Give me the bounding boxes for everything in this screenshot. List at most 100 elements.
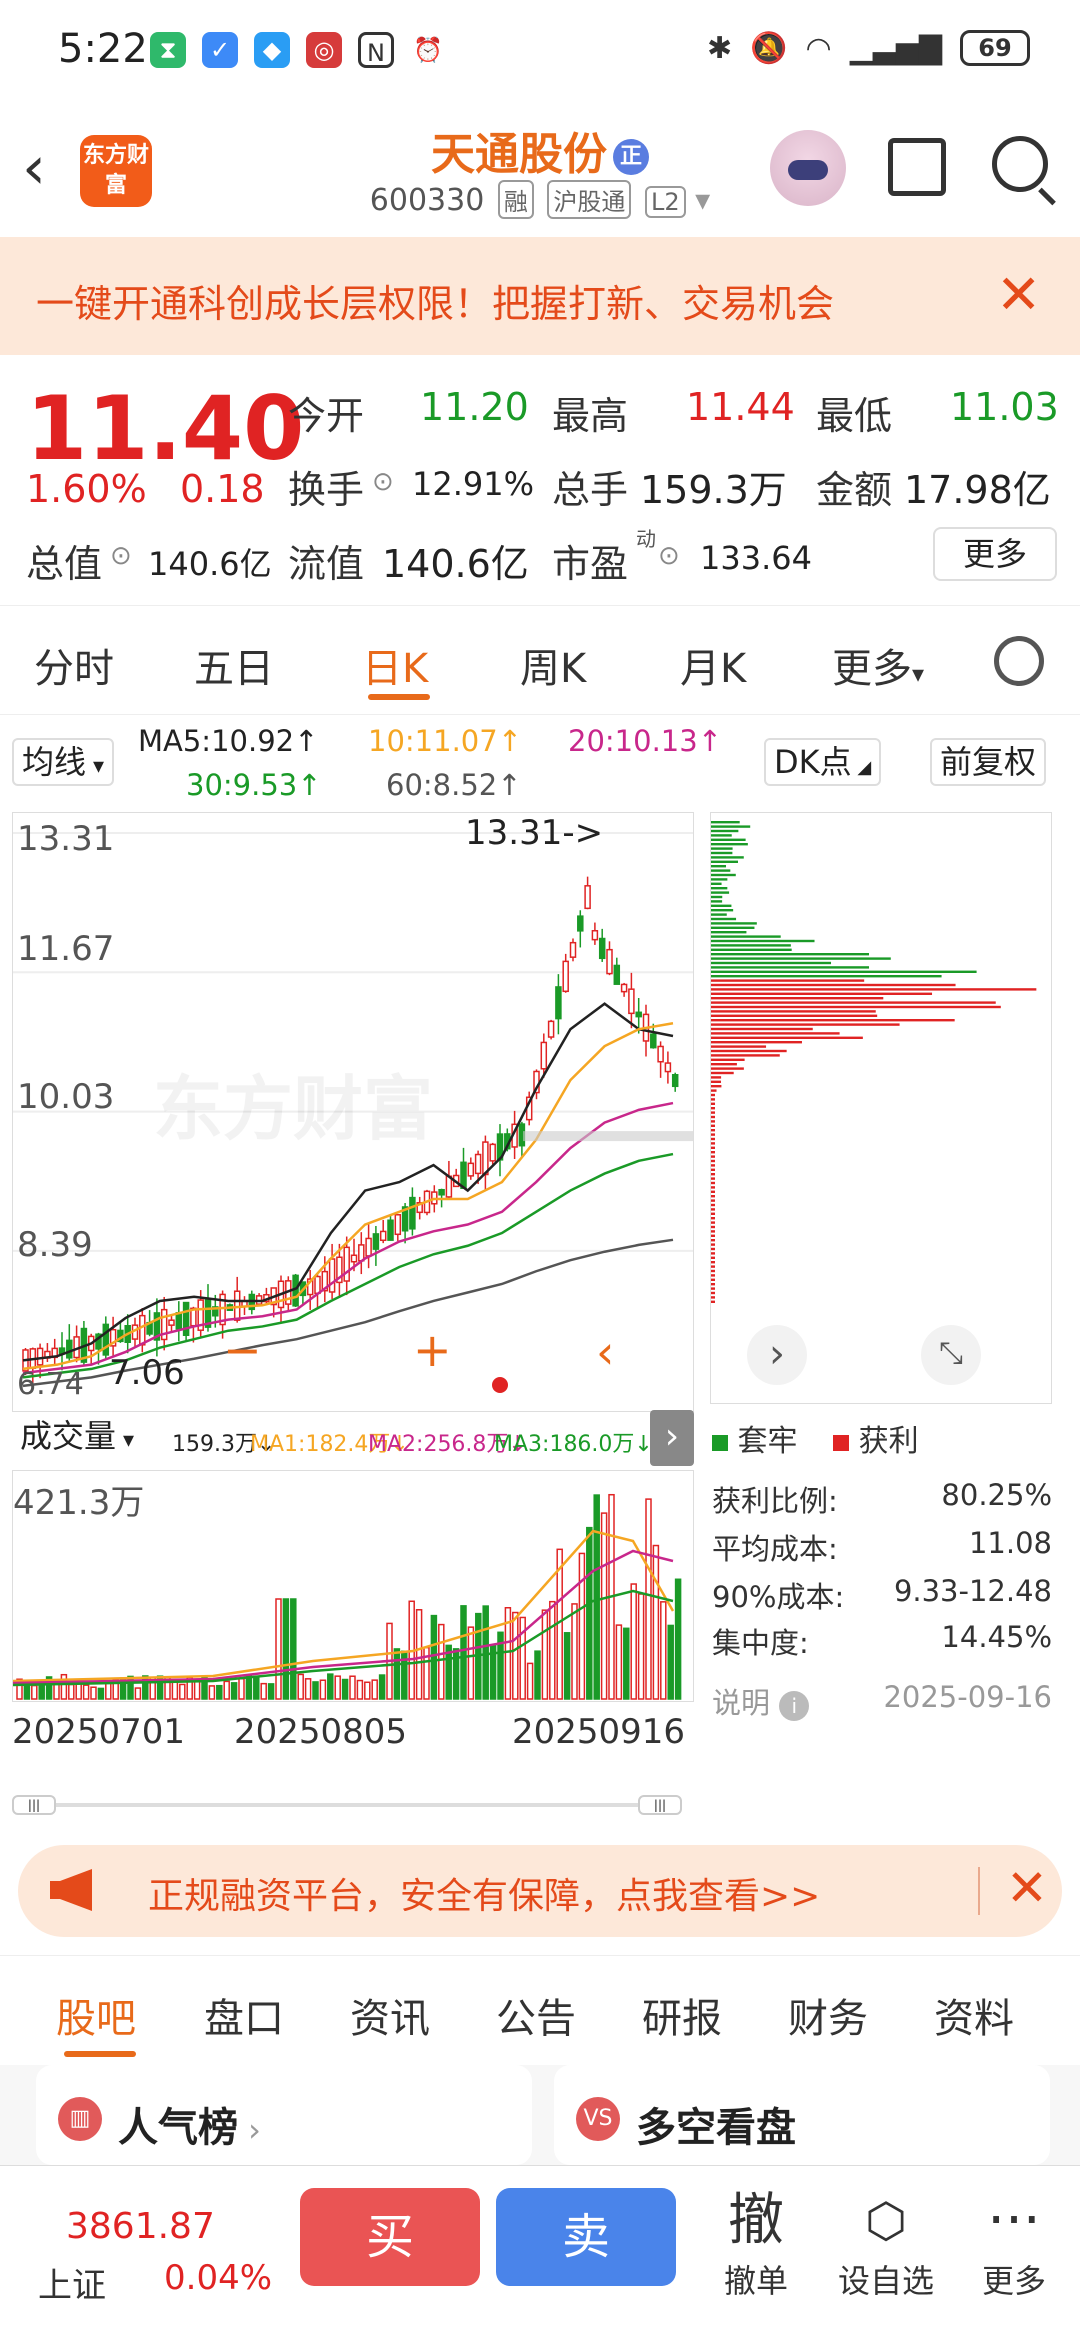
volume-bar [334,1675,341,1700]
chip-bar [711,909,734,912]
info-icon[interactable]: ⊙ [658,541,680,571]
volume-bar [260,1682,267,1700]
dropdown-caret-icon: ▾ [695,183,711,218]
close-icon[interactable]: ✕ [996,263,1041,326]
adjust-selector[interactable]: 前复权 [930,738,1047,786]
ma-selector[interactable]: 均线 ▾ [12,738,115,786]
chip-bar [711,1014,878,1017]
chip-distribution-chart[interactable]: › ⤡ [710,812,1052,1404]
vpn-icon: ◆ [254,32,290,68]
tab-five-day[interactable]: 五日 [194,636,274,694]
candle-body [584,885,591,910]
candle-body [394,1214,402,1236]
candle-body [438,1188,445,1196]
volume-bar [586,1526,593,1700]
volume-bar [549,1600,556,1700]
ma30-value: 30:9.53↑ [186,768,322,802]
tab-forum[interactable]: 股吧 [56,1986,136,2044]
more-actions-button[interactable]: ··· 更多 [954,2186,1074,2302]
sell-button[interactable]: 卖 [496,2188,676,2286]
chip-bar [711,953,869,956]
more-quote-button[interactable]: 更多 [933,527,1057,581]
bull-bear-card[interactable]: VS 多空看盘 [554,2065,1050,2165]
chip-svg [711,821,1037,1303]
financing-ad-banner[interactable]: 正规融资平台，安全有保障，点我查看>> ✕ [18,1845,1062,1937]
candle-body [555,986,562,1020]
chevron-right-icon[interactable]: › [747,1325,807,1385]
zoom-out-icon[interactable]: − [223,1323,262,1377]
tab-monthly-k[interactable]: 月K [680,636,746,694]
promo-banner[interactable]: 一键开通科创成长层权限！把握打新、交易机会 ✕ [0,237,1080,355]
assistant-robot-icon[interactable] [770,130,846,206]
tab-daily-k[interactable]: 日K [362,636,428,694]
tab-news[interactable]: 资讯 [350,1986,430,2044]
cancel-order-button[interactable]: 撤 撤单 [696,2186,816,2302]
slider-right-handle[interactable]: ||| [638,1795,682,1815]
candle-body [460,1161,467,1189]
info-icon[interactable]: i [779,1691,810,1721]
scroll-left-icon[interactable]: ‹ [596,1325,614,1379]
candle-body [598,937,606,960]
chip-bar [711,829,739,833]
slider-left-handle[interactable]: ||| [12,1795,56,1815]
battery-indicator: 69 [960,30,1030,66]
volume-chart[interactable]: 421.3万 [12,1470,694,1702]
expand-icon[interactable]: ⤡ [921,1325,981,1385]
tab-announcements[interactable]: 公告 [496,1986,576,2044]
volume-bar [615,1624,623,1700]
chevron-right-icon: › [238,2111,261,2149]
chip-note-label[interactable]: 说明 [712,1686,770,1720]
chip-bar [711,838,746,841]
tag-margin: 融 [497,180,534,219]
candle-body [569,941,577,958]
status-bar: 5:22 ⧗ ✓ ◆ ◎ N ⏰ ✱ 🔕 ◠ ▁▃▅▇ 69 [0,0,1080,100]
range-slider[interactable]: ||| ||| [12,1795,694,1815]
index-value[interactable]: 3861.87 [66,2206,215,2247]
volume-bar [68,1683,75,1700]
zoom-in-icon[interactable]: + [413,1323,452,1377]
open-label: 今开 [288,394,365,438]
tab-weekly-k[interactable]: 周K [520,636,586,694]
volume-bar [223,1680,230,1700]
volume-bar [290,1598,297,1700]
dk-point-selector[interactable]: DK点 ◢ [764,738,882,786]
cost90-row: 90%成本: 9.33-12.48 [712,1574,1052,1616]
tab-intraday[interactable]: 分时 [34,636,114,694]
cost90-label: 90%成本: [712,1580,845,1614]
hexagon-icon: ⬡ [865,2193,907,2249]
share-icon[interactable] [888,138,946,196]
info-icon[interactable]: ⊙ [372,467,394,497]
tab-profile[interactable]: 资料 [934,1986,1014,2044]
close-icon[interactable]: ✕ [1006,1859,1048,1917]
chip-bar [711,1278,715,1281]
volume-bar [571,1603,578,1700]
chip-bar [711,1208,715,1211]
divider [978,1867,980,1915]
info-icon[interactable]: ⊙ [110,541,132,571]
tab-financials[interactable]: 财务 [788,1986,868,2044]
candle-body [635,1011,642,1018]
chip-bar [711,1300,715,1303]
nfc-icon: N [358,32,394,68]
volume-selector[interactable]: 成交量 ▾ [12,1414,142,1462]
gear-icon[interactable] [994,636,1044,686]
chip-bar [711,1054,780,1057]
chip-bar [711,843,748,846]
volume-bar [600,1512,608,1700]
chevron-right-icon[interactable]: › [650,1410,694,1466]
chip-bar [711,1151,715,1154]
chip-bar [711,865,727,868]
tab-more[interactable]: 更多▾ [832,636,924,694]
volume-bar [238,1678,245,1700]
caret-down-icon: ▾ [86,754,105,779]
chip-bar [711,1137,715,1141]
stock-name: 天通股份 [431,129,607,180]
kline-chart[interactable]: 13.31 11.67 10.03 8.39 6.74 13.31-> 7.06… [12,812,694,1412]
tab-research[interactable]: 研报 [642,1986,722,2044]
search-icon[interactable] [992,136,1048,192]
tab-orderbook[interactable]: 盘口 [204,1986,284,2044]
buy-button[interactable]: 买 [300,2188,480,2286]
chip-bar [711,926,755,929]
add-watchlist-button[interactable]: ⬡ 设自选 [826,2186,946,2302]
popularity-card[interactable]: ▥ 人气榜 › [36,2065,532,2165]
